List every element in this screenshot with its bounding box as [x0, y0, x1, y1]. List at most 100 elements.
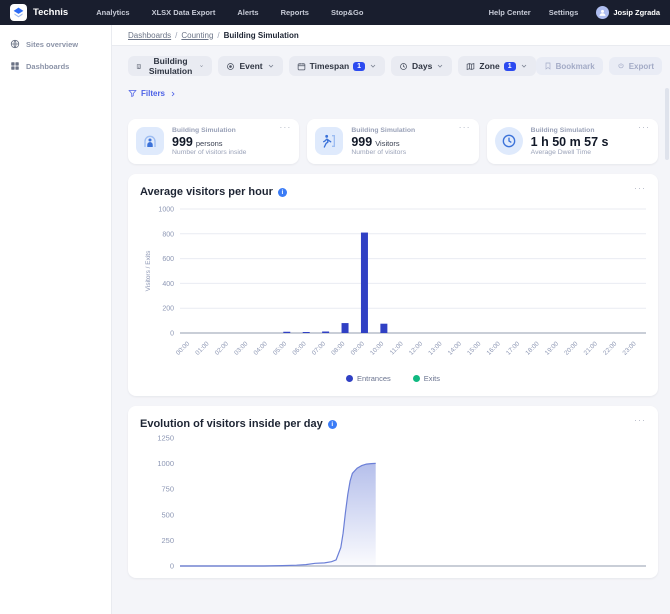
svg-text:750: 750 [161, 485, 174, 494]
legend-label: Entrances [357, 374, 391, 383]
help-center-link[interactable]: Help Center [489, 8, 531, 17]
filter-bar: Building Simulation Event Timespan 1 [128, 56, 658, 76]
info-icon[interactable]: i [278, 188, 287, 197]
export-label: Export [629, 62, 654, 71]
svg-text:22:00: 22:00 [602, 340, 619, 357]
nav-analytics[interactable]: Analytics [96, 8, 129, 17]
filter-event[interactable]: Event [218, 56, 282, 76]
nav-stopgo[interactable]: Stop&Go [331, 8, 364, 17]
bookmark-icon [544, 62, 552, 70]
kpi-icon-bg [315, 127, 343, 155]
filter-zone[interactable]: Zone 1 [458, 56, 535, 76]
svg-text:0: 0 [170, 562, 174, 571]
filter-timespan[interactable]: Timespan 1 [289, 56, 385, 76]
kpi-card-visitors-inside: Building Simulation 999 persons Number o… [128, 119, 299, 164]
nav-xlsx-export[interactable]: XLSX Data Export [152, 8, 216, 17]
svg-text:16:00: 16:00 [486, 340, 503, 357]
svg-text:19:00: 19:00 [544, 340, 561, 357]
person-icon [598, 8, 607, 17]
filter-label: Building Simulation [146, 56, 196, 76]
technis-logo-icon[interactable] [10, 4, 27, 21]
svg-text:0: 0 [170, 331, 174, 338]
nav-reports[interactable]: Reports [281, 8, 309, 17]
breadcrumb-current: Building Simulation [224, 31, 299, 40]
kpi-caption: Number of visitors [351, 149, 415, 156]
scrollbar-thumb[interactable] [665, 88, 669, 160]
legend-exits[interactable]: Exits [413, 374, 440, 383]
svg-text:02:00: 02:00 [214, 340, 231, 357]
chart-title: Average visitors per hour [140, 186, 273, 198]
svg-text:21:00: 21:00 [583, 340, 600, 357]
svg-text:05:00: 05:00 [272, 340, 289, 357]
topbar: Technis Analytics XLSX Data Export Alert… [0, 0, 670, 25]
chevron-down-icon [369, 62, 377, 70]
clock-icon [399, 62, 408, 71]
svg-text:18:00: 18:00 [524, 340, 541, 357]
kpi-value: 1 h 50 m 57 s [531, 135, 609, 149]
kpi-menu-button[interactable]: ··· [279, 123, 291, 132]
user-name: Josip Zgrada [613, 8, 660, 17]
top-navigation: Analytics XLSX Data Export Alerts Report… [96, 8, 488, 17]
zone-count-badge: 1 [504, 62, 516, 71]
svg-text:1250: 1250 [157, 434, 174, 443]
svg-text:200: 200 [162, 306, 174, 313]
chart-menu-button[interactable]: ··· [634, 416, 646, 425]
globe-icon [10, 39, 20, 49]
bar-chart-average-visitors[interactable]: 02004006008001000Visitors / Exits00:0001… [140, 203, 650, 367]
svg-text:12:00: 12:00 [408, 340, 425, 357]
svg-text:08:00: 08:00 [330, 340, 347, 357]
building-icon [136, 62, 142, 71]
filter-days[interactable]: Days [391, 56, 452, 76]
main-area: Dashboards / Counting / Building Simulat… [112, 25, 670, 614]
export-icon [617, 62, 625, 70]
filter-label: Zone [479, 61, 499, 71]
filter-label: Event [239, 61, 262, 71]
svg-text:17:00: 17:00 [505, 340, 522, 357]
kpi-menu-button[interactable]: ··· [638, 123, 650, 132]
svg-text:20:00: 20:00 [563, 340, 580, 357]
entrances-dot-icon [346, 375, 353, 382]
map-icon [466, 62, 475, 71]
svg-text:500: 500 [161, 510, 174, 519]
svg-text:14:00: 14:00 [447, 340, 464, 357]
brand-name[interactable]: Technis [33, 7, 68, 18]
filters-link-label: Filters [141, 89, 165, 98]
svg-text:Visitors / Exits: Visitors / Exits [145, 250, 152, 291]
chart-title: Evolution of visitors inside per day [140, 418, 323, 430]
calendar-icon [297, 62, 306, 71]
sidebar: Sites overview Dashboards [0, 25, 112, 614]
info-icon[interactable]: i [328, 420, 337, 429]
nav-alerts[interactable]: Alerts [237, 8, 258, 17]
breadcrumb-counting[interactable]: Counting [181, 31, 213, 40]
filter-building-simulation[interactable]: Building Simulation [128, 56, 212, 76]
filter-label: Days [412, 61, 432, 71]
area-chart-visitors-inside[interactable]: 025050075010001250 [140, 434, 650, 576]
export-button[interactable]: Export [609, 57, 662, 75]
dwell-clock-icon [501, 133, 517, 149]
kpi-icon-bg [495, 127, 523, 155]
settings-link[interactable]: Settings [549, 8, 579, 17]
chevron-down-icon [520, 62, 528, 70]
sidebar-item-label: Sites overview [26, 40, 78, 49]
filters-expand-link[interactable]: Filters [128, 87, 177, 100]
walking-visitor-icon [321, 133, 337, 149]
kpi-icon-bg [136, 127, 164, 155]
sidebar-item-label: Dashboards [26, 62, 69, 71]
chevron-down-icon [199, 62, 204, 70]
svg-text:1000: 1000 [157, 459, 174, 468]
filter-label: Timespan [310, 61, 350, 71]
chart-menu-button[interactable]: ··· [634, 184, 646, 193]
kpi-title: Building Simulation [172, 127, 246, 134]
breadcrumb-separator: / [175, 31, 177, 40]
breadcrumb: Dashboards / Counting / Building Simulat… [112, 25, 670, 46]
user-menu[interactable]: Josip Zgrada [596, 6, 660, 19]
bookmark-button[interactable]: Bookmark [536, 57, 603, 75]
sidebar-item-dashboards[interactable]: Dashboards [0, 55, 111, 77]
entrance-person-icon [142, 133, 158, 149]
legend-label: Exits [424, 374, 440, 383]
breadcrumb-dashboards[interactable]: Dashboards [128, 31, 171, 40]
svg-text:400: 400 [162, 281, 174, 288]
legend-entrances[interactable]: Entrances [346, 374, 391, 383]
sidebar-item-sites-overview[interactable]: Sites overview [0, 33, 111, 55]
kpi-menu-button[interactable]: ··· [459, 123, 471, 132]
